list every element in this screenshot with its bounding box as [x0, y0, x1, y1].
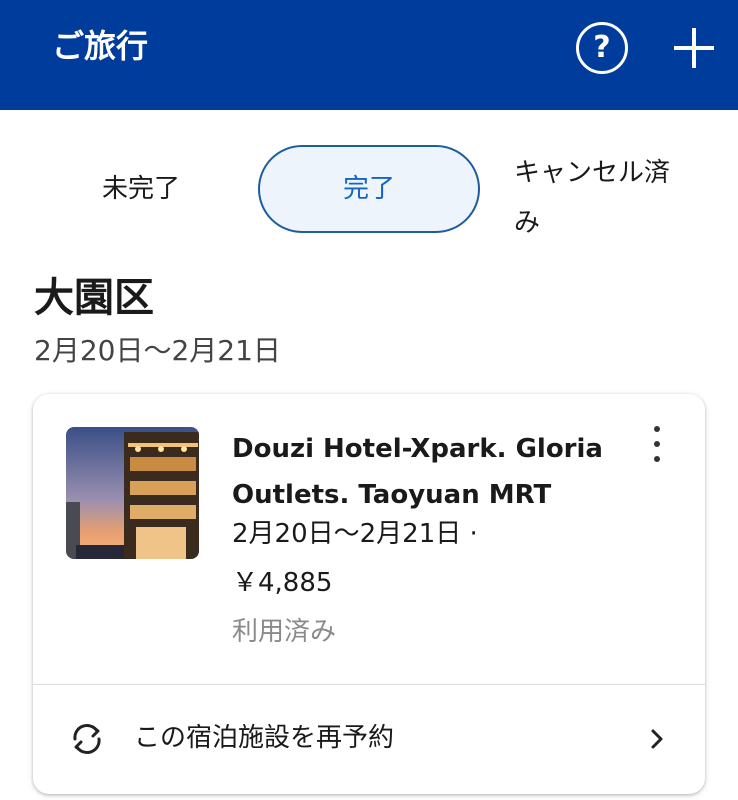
trips-screen: ご旅行 ? 未完了 完了 キャンセル済み 大園区 2月20日〜2月21日 Dou… [0, 0, 738, 800]
page-title: ご旅行 [52, 27, 149, 65]
plus-icon[interactable] [670, 24, 718, 72]
booking-price: ￥4,885 [232, 568, 333, 598]
rebook-label: この宿泊施設を再予約 [134, 723, 395, 753]
chevron-right-icon [651, 729, 663, 749]
trip-destination-title: 大園区 [34, 275, 154, 321]
more-vertical-icon[interactable] [640, 424, 674, 464]
tab-cancelled[interactable]: キャンセル済み [514, 148, 674, 248]
tab-incomplete[interactable]: 未完了 [102, 172, 180, 206]
stay-dates: 2月20日〜2月21日 · [232, 519, 478, 549]
hotel-thumbnail [66, 427, 199, 559]
app-header: ご旅行 ? [0, 0, 738, 110]
help-circle-icon: ? [593, 30, 611, 65]
help-button[interactable]: ? [576, 22, 628, 74]
booking-card[interactable]: Douzi Hotel-Xpark. Gloria Outlets. Taoyu… [33, 394, 705, 794]
tab-complete-label: 完了 [342, 174, 395, 204]
trip-dates: 2月20日〜2月21日 [34, 334, 281, 367]
status-label: 利用済み [232, 617, 337, 647]
rebook-button[interactable]: この宿泊施設を再予約 [33, 685, 705, 794]
hotel-name[interactable]: Douzi Hotel-Xpark. Gloria Outlets. Taoyu… [232, 426, 612, 518]
tab-complete[interactable]: 完了 [258, 145, 480, 233]
refresh-icon [73, 724, 101, 754]
